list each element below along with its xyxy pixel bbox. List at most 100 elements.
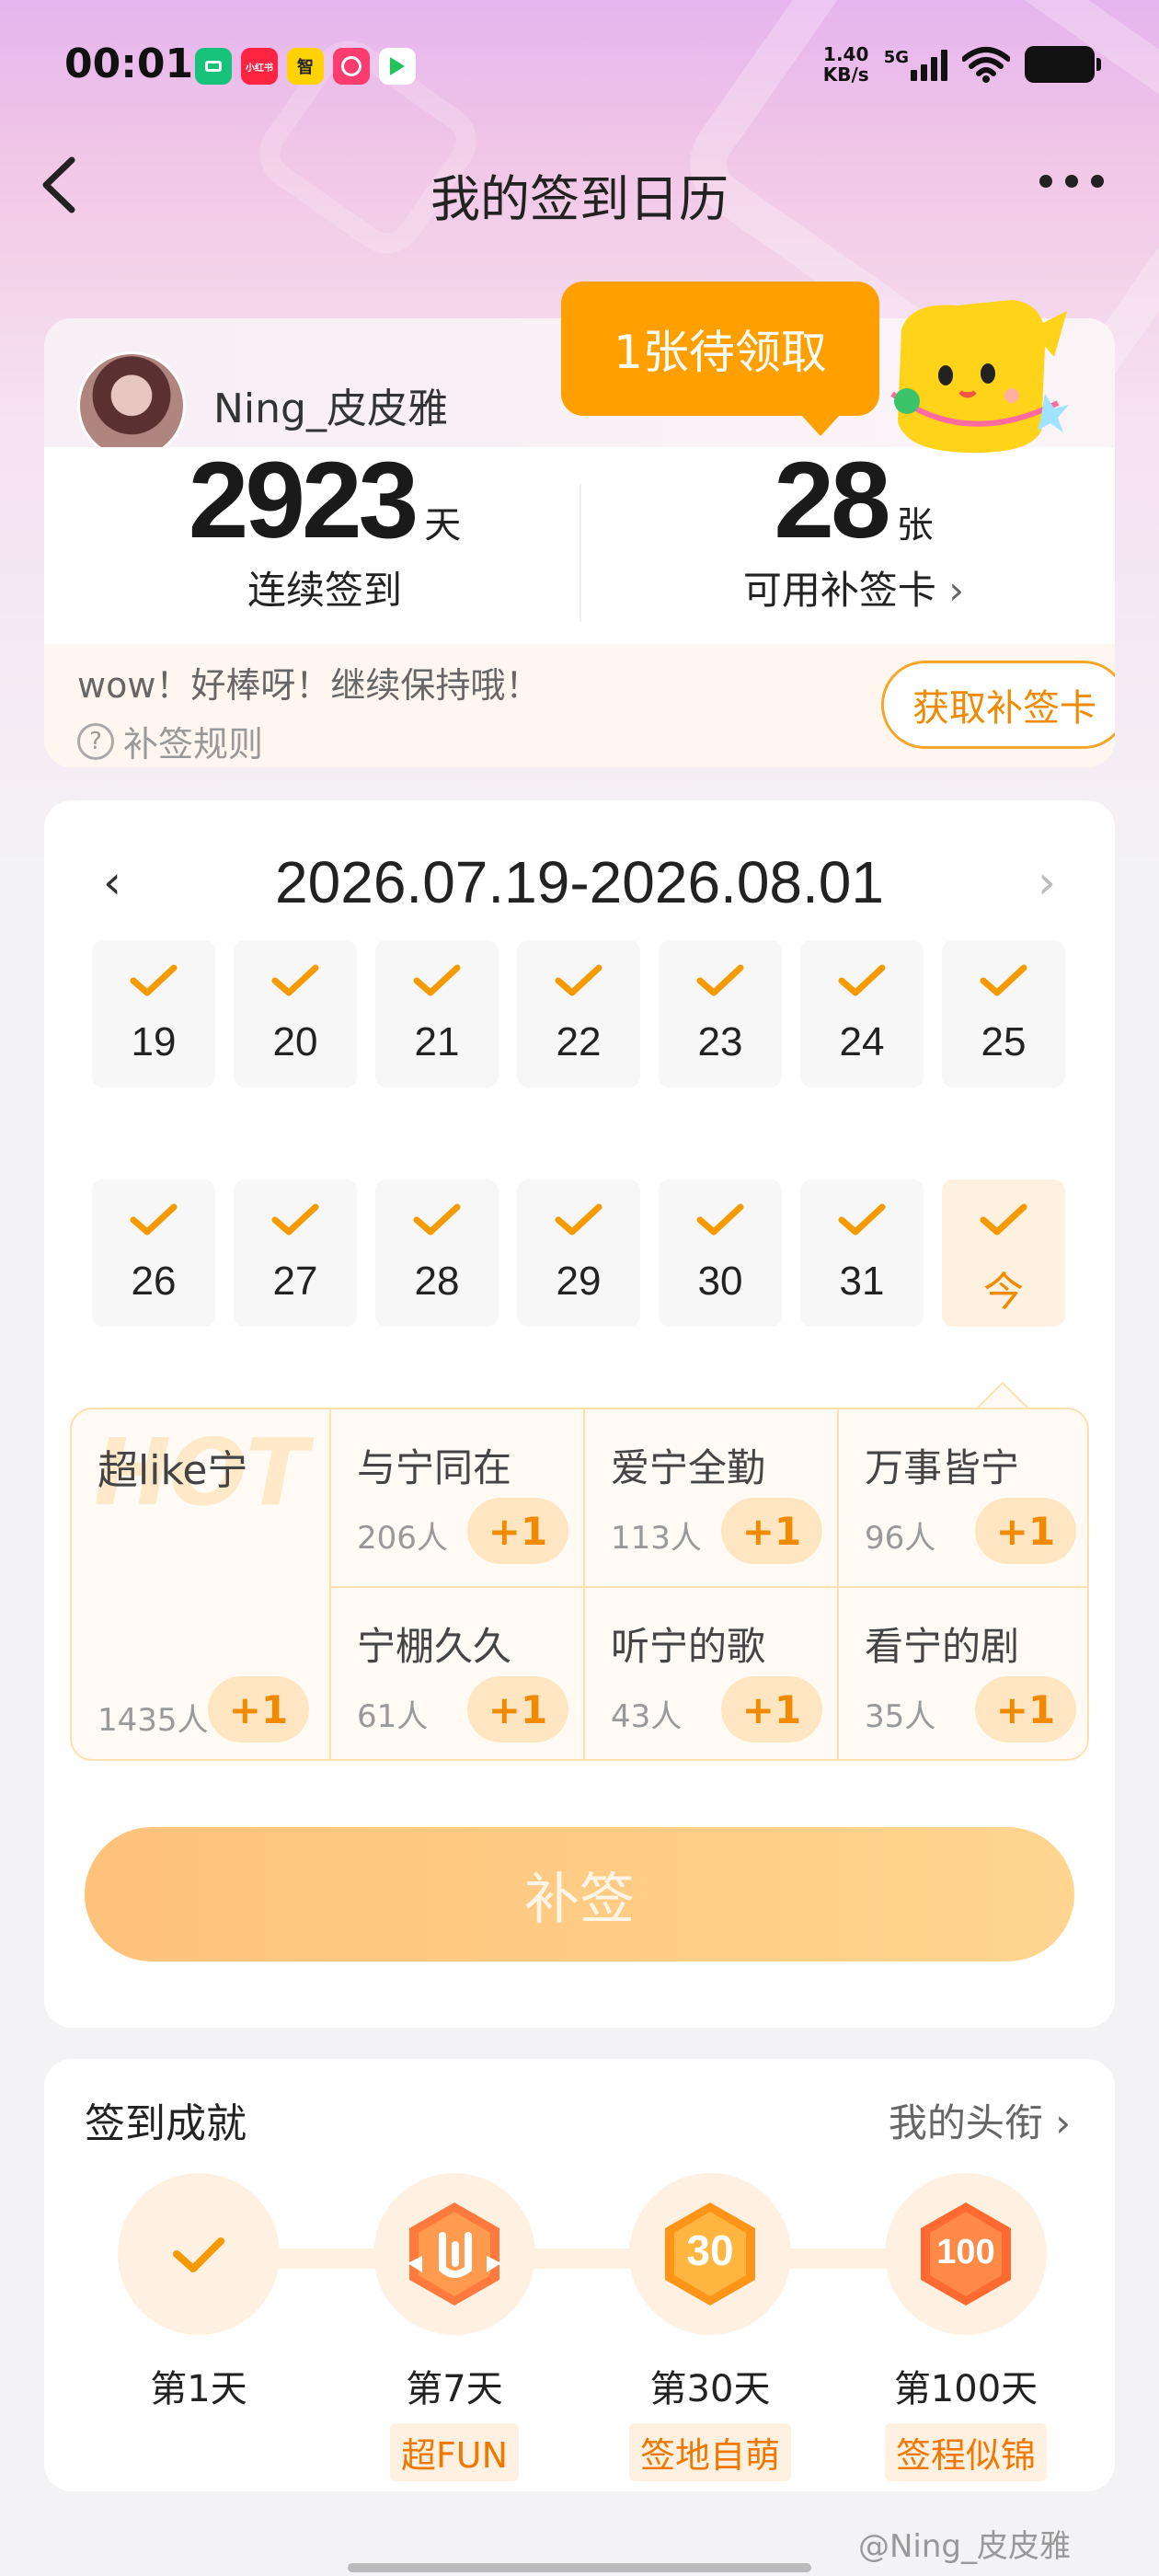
check-icon bbox=[696, 964, 744, 996]
day-number: 30 bbox=[697, 1259, 743, 1304]
get-makeup-card-button[interactable]: 获取补签卡 bbox=[881, 661, 1115, 749]
calendar-day[interactable]: 27 bbox=[234, 1179, 357, 1327]
calendar-day[interactable]: 20 bbox=[234, 940, 357, 1087]
check-icon bbox=[980, 964, 1027, 996]
group-cell[interactable]: 听宁的歌 43人 +1 bbox=[583, 1586, 837, 1759]
chevron-right-icon: › bbox=[935, 568, 965, 613]
day-number: 28 bbox=[414, 1259, 460, 1304]
group-name: 超like宁 bbox=[98, 1447, 248, 1494]
group-cell[interactable]: 与宁同在 206人 +1 bbox=[329, 1409, 583, 1586]
calendar-day[interactable]: 25 bbox=[942, 940, 1065, 1087]
days-30-medal-icon: 30 bbox=[665, 2202, 755, 2306]
check-icon bbox=[838, 1203, 886, 1236]
svg-text:100: 100 bbox=[936, 2233, 994, 2271]
wifi-icon bbox=[962, 47, 1010, 83]
plus-one-button[interactable]: +1 bbox=[975, 1498, 1076, 1564]
calendar-day[interactable]: 26 bbox=[92, 1179, 215, 1327]
xiaohongshu-icon: 小红书 bbox=[241, 48, 278, 85]
plus-one-button[interactable]: +1 bbox=[721, 1498, 822, 1564]
calendar-day[interactable]: 23 bbox=[659, 940, 782, 1087]
calendar-day[interactable]: 28 bbox=[375, 1179, 499, 1327]
day-number: 20 bbox=[272, 1019, 318, 1064]
day-number: 22 bbox=[556, 1019, 602, 1064]
achievement-day1[interactable]: 第1天 bbox=[116, 2173, 281, 2412]
pending-card-bubble[interactable]: 1张待领取 bbox=[561, 282, 879, 436]
group-name: 与宁同在 bbox=[357, 1445, 512, 1490]
plus-one-button[interactable]: +1 bbox=[975, 1676, 1076, 1742]
achievement-badge: 签地自萌 bbox=[628, 2423, 791, 2481]
check-icon bbox=[555, 964, 602, 996]
group-cell[interactable]: 看宁的剧 35人 +1 bbox=[837, 1586, 1087, 1759]
achievement-day100[interactable]: 100 第100天 签程似锦 bbox=[883, 2173, 1049, 2481]
day-number: 26 bbox=[131, 1259, 177, 1304]
group-name: 听宁的歌 bbox=[611, 1624, 766, 1669]
plus-one-button[interactable]: +1 bbox=[721, 1676, 822, 1742]
group-name: 宁棚久久 bbox=[357, 1624, 512, 1669]
system-indicators: 1.40 KB/s 5G bbox=[823, 44, 1101, 85]
group-count: 206人 bbox=[357, 1520, 448, 1557]
streak-label: 连续签到 bbox=[247, 568, 402, 613]
day-number: 25 bbox=[981, 1019, 1027, 1064]
notification-icons: 小红书 智 bbox=[195, 48, 416, 85]
achievement-day7[interactable]: 第7天 超FUN bbox=[372, 2173, 537, 2481]
day-number: 19 bbox=[131, 1019, 177, 1064]
day-number: 31 bbox=[839, 1259, 885, 1304]
avatar[interactable] bbox=[77, 351, 186, 460]
username: Ning_皮皮雅 bbox=[213, 385, 448, 432]
check-icon bbox=[838, 964, 886, 996]
check-icon bbox=[980, 1203, 1027, 1236]
rock-hand-medal-icon bbox=[407, 2202, 501, 2306]
day-number: 29 bbox=[556, 1259, 602, 1304]
day-number: 24 bbox=[839, 1019, 885, 1064]
calendar-day[interactable]: 29 bbox=[517, 1179, 640, 1327]
group-cell[interactable]: 宁棚久久 61人 +1 bbox=[329, 1586, 583, 1759]
group-count: 113人 bbox=[611, 1520, 702, 1557]
group-featured[interactable]: HOT 超like宁 1435人 +1 bbox=[72, 1409, 329, 1759]
check-icon bbox=[413, 964, 461, 996]
calendar-day-today[interactable]: 今 bbox=[942, 1179, 1065, 1327]
calendar-day[interactable]: 21 bbox=[375, 940, 499, 1087]
question-icon: ? bbox=[77, 722, 114, 760]
plus-one-button[interactable]: +1 bbox=[467, 1676, 568, 1742]
makeup-sign-button[interactable]: 补签 bbox=[85, 1827, 1074, 1961]
achievement-day30[interactable]: 30 第30天 签地自萌 bbox=[627, 2173, 793, 2481]
home-indicator[interactable] bbox=[348, 2563, 811, 2572]
tencent-video-icon: 智 bbox=[287, 48, 324, 85]
plus-one-button[interactable]: +1 bbox=[208, 1676, 309, 1742]
groups-grid: HOT 超like宁 1435人 +1 与宁同在 206人 +1 爱宁全勤 113人 +1… bbox=[70, 1408, 1089, 1761]
check-icon bbox=[173, 2237, 224, 2272]
calendar-card: ‹ 2026.07.19-2026.08.01 › 19 20 21 22 23 24 25… bbox=[44, 800, 1115, 2028]
calendar-day[interactable]: 19 bbox=[92, 940, 215, 1087]
encourage-text: wow！好棒呀！继续保持哦！ bbox=[77, 665, 541, 706]
group-count: 35人 bbox=[865, 1698, 936, 1735]
makeup-rules-link[interactable]: ? 补签规则 bbox=[77, 716, 263, 766]
day-number: 今 bbox=[983, 1270, 1024, 1315]
group-cell[interactable]: 爱宁全勤 113人 +1 bbox=[583, 1409, 837, 1586]
my-titles-link[interactable]: 我的头衔 › bbox=[889, 2092, 1071, 2148]
check-icon bbox=[271, 1203, 319, 1236]
makeup-cards-stat[interactable]: 28 张 可用补签卡 › bbox=[706, 438, 1001, 615]
calendar-day[interactable]: 24 bbox=[800, 940, 924, 1087]
battery-icon bbox=[1025, 46, 1101, 83]
group-count: 43人 bbox=[611, 1698, 683, 1735]
calendar-day[interactable]: 31 bbox=[800, 1179, 924, 1327]
next-period-button[interactable]: › bbox=[1038, 856, 1056, 909]
group-cell[interactable]: 万事皆宁 96人 +1 bbox=[837, 1409, 1087, 1586]
calendar-range: 2026.07.19-2026.08.01 bbox=[275, 849, 884, 915]
makeup-card-count: 28 bbox=[774, 440, 890, 561]
signal-icon: 5G bbox=[884, 48, 947, 81]
makeup-cards-link[interactable]: 可用补签卡 › bbox=[706, 559, 1001, 615]
more-menu-icon[interactable] bbox=[1039, 175, 1104, 188]
play-app-icon bbox=[379, 48, 416, 85]
group-count: 61人 bbox=[357, 1698, 429, 1735]
calendar-day[interactable]: 30 bbox=[659, 1179, 782, 1327]
days-100-medal-icon: 100 bbox=[921, 2202, 1011, 2306]
divider bbox=[580, 484, 581, 622]
calendar-day[interactable]: 22 bbox=[517, 940, 640, 1087]
plus-one-button[interactable]: +1 bbox=[467, 1498, 568, 1564]
day-number: 23 bbox=[697, 1019, 743, 1064]
streak-days: 2923 bbox=[188, 440, 419, 561]
group-name: 看宁的剧 bbox=[865, 1624, 1020, 1669]
check-icon bbox=[130, 964, 178, 996]
check-icon bbox=[413, 1203, 461, 1236]
